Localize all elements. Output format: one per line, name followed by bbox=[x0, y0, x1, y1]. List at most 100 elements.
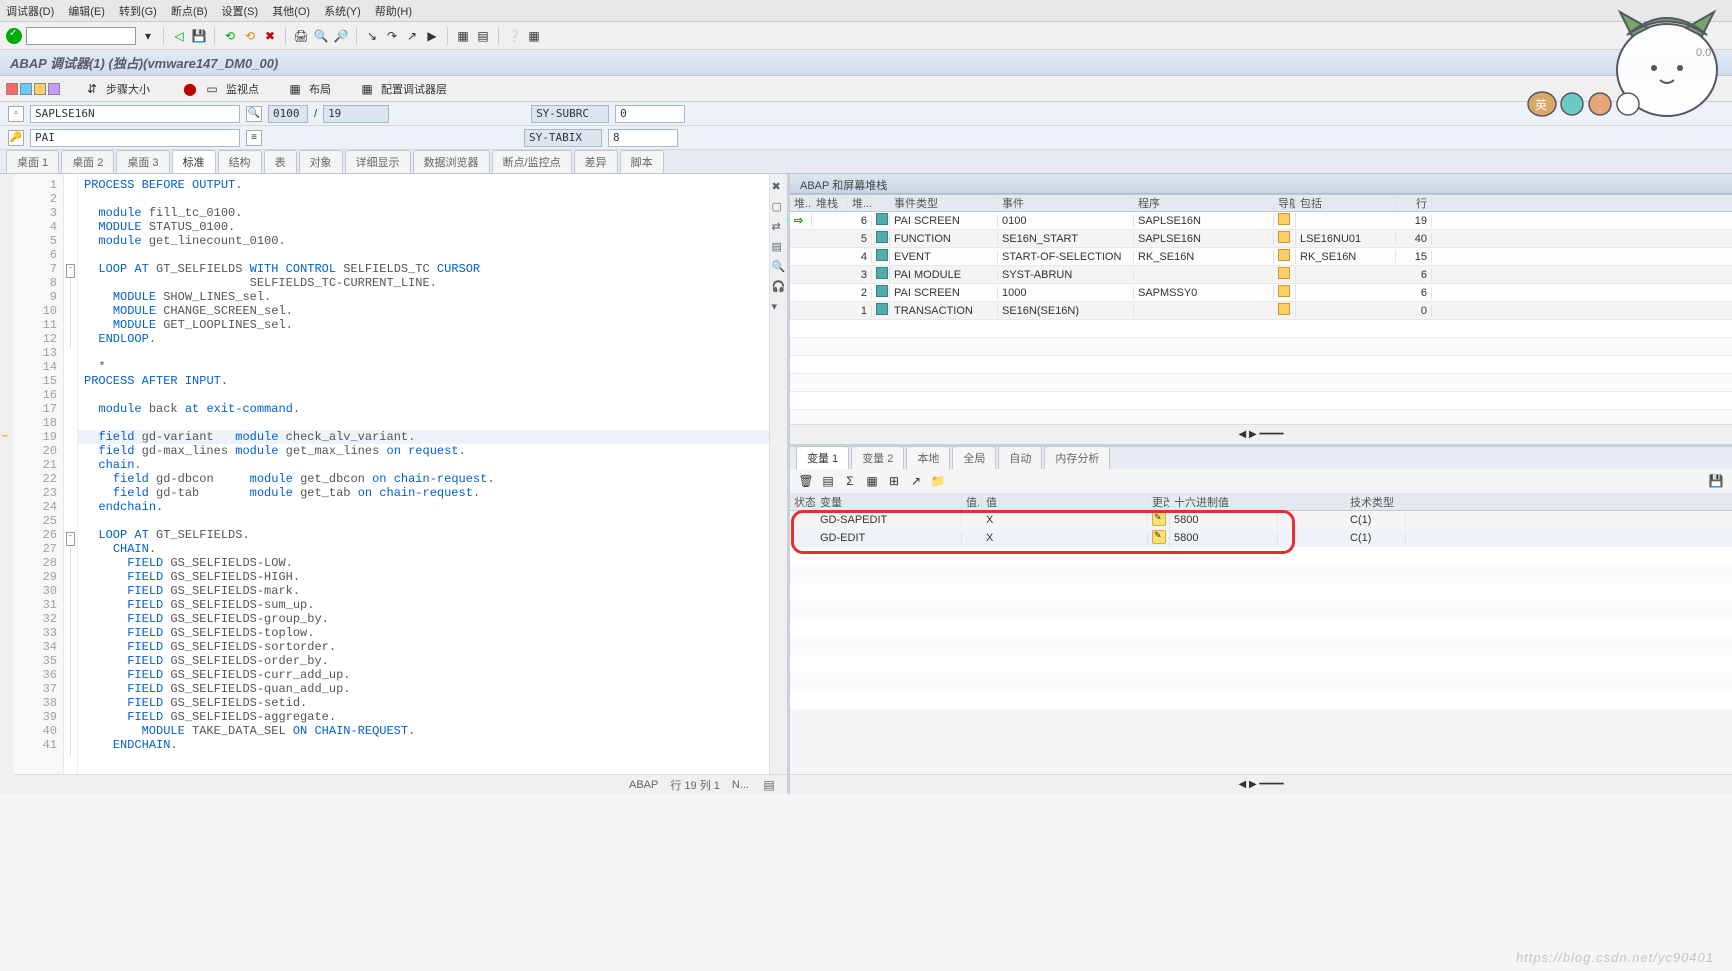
layout2-icon[interactable]: ▤ bbox=[475, 28, 491, 44]
config-icon[interactable]: ▦ bbox=[359, 81, 375, 97]
stack-row[interactable]: 1TRANSACTIONSE16N(SE16N)0 bbox=[790, 302, 1732, 320]
program-field[interactable]: SAPLSE16N bbox=[30, 105, 240, 123]
find-next-icon[interactable]: 🔎 bbox=[333, 28, 349, 44]
folder-icon[interactable]: 📁 bbox=[930, 473, 946, 489]
source-icon[interactable]: ▤ bbox=[772, 240, 786, 254]
back2-icon[interactable]: ⟲ bbox=[222, 28, 238, 44]
var-body: GD-SAPEDITX5800C(1)GD-EDITX5800C(1) bbox=[790, 511, 1732, 709]
stack-scroll[interactable]: ◀ ▶ ━━━━ bbox=[790, 424, 1732, 444]
hdr-line: 行 bbox=[1396, 195, 1432, 211]
print-icon[interactable]: 🖨 bbox=[293, 28, 309, 44]
help-icon[interactable]: ❔ bbox=[506, 28, 522, 44]
tab-browser[interactable]: 数据浏览器 bbox=[413, 150, 490, 173]
hdr-event: 事件 bbox=[998, 195, 1134, 211]
sum-icon[interactable]: Σ bbox=[842, 473, 858, 489]
enter-icon[interactable] bbox=[6, 28, 22, 44]
edit-icon[interactable] bbox=[1152, 512, 1166, 526]
layout1-icon[interactable]: ▦ bbox=[455, 28, 471, 44]
tab-script[interactable]: 脚本 bbox=[620, 150, 664, 173]
tree-icon[interactable]: ⊞ bbox=[886, 473, 902, 489]
breakpoint-column[interactable]: ➡ bbox=[0, 174, 14, 774]
tab-local[interactable]: 本地 bbox=[906, 446, 950, 469]
dropdown-icon[interactable]: ▾ bbox=[140, 28, 156, 44]
hdr-status: 状态 bbox=[790, 494, 816, 510]
var-scroll[interactable]: ◀ ▶ ━━━━ bbox=[790, 774, 1732, 794]
export-icon[interactable]: ↗ bbox=[908, 473, 924, 489]
dropdown-pane-icon[interactable]: ▾ bbox=[772, 300, 786, 314]
layout-icon[interactable]: ▦ bbox=[287, 81, 303, 97]
step-over-button[interactable] bbox=[20, 83, 32, 95]
menu-system[interactable]: 系统(Y) bbox=[324, 3, 361, 19]
watchpoint-icon[interactable]: ▭ bbox=[204, 81, 220, 97]
tab-table[interactable]: 表 bbox=[264, 150, 297, 173]
headphone-icon[interactable]: 🎧 bbox=[772, 280, 786, 294]
sy-subrc-label: SY-SUBRC bbox=[531, 105, 609, 123]
pai-icon[interactable]: 🔑 bbox=[8, 130, 24, 146]
table-icon[interactable]: ▦ bbox=[864, 473, 880, 489]
pai-field[interactable]: PAI bbox=[30, 129, 240, 147]
find-pane-icon[interactable]: 🔍 bbox=[772, 260, 786, 274]
menu-settings[interactable]: 设置(S) bbox=[222, 3, 259, 19]
code-body: ➡ 12345678910111213141516171819202122232… bbox=[0, 174, 787, 774]
step-out-button[interactable] bbox=[34, 83, 46, 95]
code-lines[interactable]: PROCESS BEFORE OUTPUT. module fill_tc_01… bbox=[78, 174, 787, 774]
step-into-button[interactable] bbox=[6, 83, 18, 95]
tab-bpwp[interactable]: 断点/监控点 bbox=[492, 150, 572, 173]
program-icon[interactable]: ▫ bbox=[8, 106, 24, 122]
menu-breakpoint[interactable]: 断点(B) bbox=[171, 3, 208, 19]
customize-icon[interactable]: ▦ bbox=[526, 28, 542, 44]
exit-icon[interactable]: ⟲ bbox=[242, 28, 258, 44]
step-into-icon[interactable]: ↘ bbox=[364, 28, 380, 44]
continue-button[interactable] bbox=[48, 83, 60, 95]
stop-icon[interactable]: ⬤ bbox=[182, 81, 198, 97]
menu-edit[interactable]: 编辑(E) bbox=[68, 3, 105, 19]
tab-struct[interactable]: 结构 bbox=[218, 150, 262, 173]
tab-var1[interactable]: 变量 1 bbox=[796, 446, 849, 469]
tab-desktop2[interactable]: 桌面 2 bbox=[61, 150, 114, 173]
save-var-icon[interactable]: 💾 bbox=[1708, 473, 1724, 489]
edit-icon[interactable] bbox=[1152, 530, 1166, 544]
screen-lookup-icon[interactable]: 🔍 bbox=[246, 106, 262, 122]
events-icon[interactable]: ≡ bbox=[246, 130, 262, 146]
stack-row[interactable]: 4EVENTSTART-OF-SELECTIONRK_SE16NRK_SE16N… bbox=[790, 248, 1732, 266]
stack-row[interactable]: 2PAI SCREEN1000SAPMSSY06 bbox=[790, 284, 1732, 302]
var-row[interactable]: GD-EDITX5800C(1) bbox=[790, 529, 1732, 547]
separator bbox=[285, 27, 286, 45]
fold-column: -- bbox=[64, 174, 78, 774]
menu-help[interactable]: 帮助(H) bbox=[375, 3, 412, 19]
tab-mem[interactable]: 内存分析 bbox=[1044, 446, 1110, 469]
stack-row[interactable]: 5FUNCTIONSE16N_STARTSAPLSE16NLSE16NU0140 bbox=[790, 230, 1732, 248]
cancel-icon[interactable]: ✖ bbox=[262, 28, 278, 44]
separator bbox=[498, 27, 499, 45]
save-icon[interactable]: 💾 bbox=[191, 28, 207, 44]
detail-icon[interactable]: ▤ bbox=[820, 473, 836, 489]
tab-auto[interactable]: 自动 bbox=[998, 446, 1042, 469]
back-icon[interactable]: ◁ bbox=[171, 28, 187, 44]
var-row[interactable]: GD-SAPEDITX5800C(1) bbox=[790, 511, 1732, 529]
stack-row[interactable]: ⇨6PAI SCREEN0100SAPLSE16N19 bbox=[790, 212, 1732, 230]
step-over-icon[interactable]: ↷ bbox=[384, 28, 400, 44]
step-size-icon[interactable]: ⇵ bbox=[84, 81, 100, 97]
find-icon[interactable]: 🔍 bbox=[313, 28, 329, 44]
step-out-icon[interactable]: ↗ bbox=[404, 28, 420, 44]
tab-desktop1[interactable]: 桌面 1 bbox=[6, 150, 59, 173]
command-field[interactable] bbox=[26, 27, 136, 45]
tab-global[interactable]: 全局 bbox=[952, 446, 996, 469]
tab-desktop3[interactable]: 桌面 3 bbox=[116, 150, 169, 173]
tab-detail[interactable]: 详细显示 bbox=[345, 150, 411, 173]
delete-icon[interactable]: 🗑 bbox=[798, 473, 814, 489]
menu-debugger[interactable]: 调试器(D) bbox=[6, 3, 54, 19]
swap-icon[interactable]: ⇄ bbox=[772, 220, 786, 234]
tab-var2[interactable]: 变量 2 bbox=[851, 446, 904, 469]
status-more-icon[interactable]: ▤ bbox=[761, 777, 777, 793]
variable-toolbar: 🗑 ▤ Σ ▦ ⊞ ↗ 📁 💾 bbox=[790, 469, 1732, 493]
continue-icon[interactable]: ▶ bbox=[424, 28, 440, 44]
tab-object[interactable]: 对象 bbox=[299, 150, 343, 173]
fullscreen-icon[interactable]: ▢ bbox=[772, 200, 786, 214]
menu-goto[interactable]: 转到(G) bbox=[119, 3, 157, 19]
close-pane-icon[interactable]: ✖ bbox=[772, 180, 786, 194]
menu-other[interactable]: 其他(O) bbox=[272, 3, 310, 19]
tab-standard[interactable]: 标准 bbox=[172, 150, 216, 173]
stack-row[interactable]: 3PAI MODULESYST-ABRUN6 bbox=[790, 266, 1732, 284]
tab-diff[interactable]: 差异 bbox=[574, 150, 618, 173]
